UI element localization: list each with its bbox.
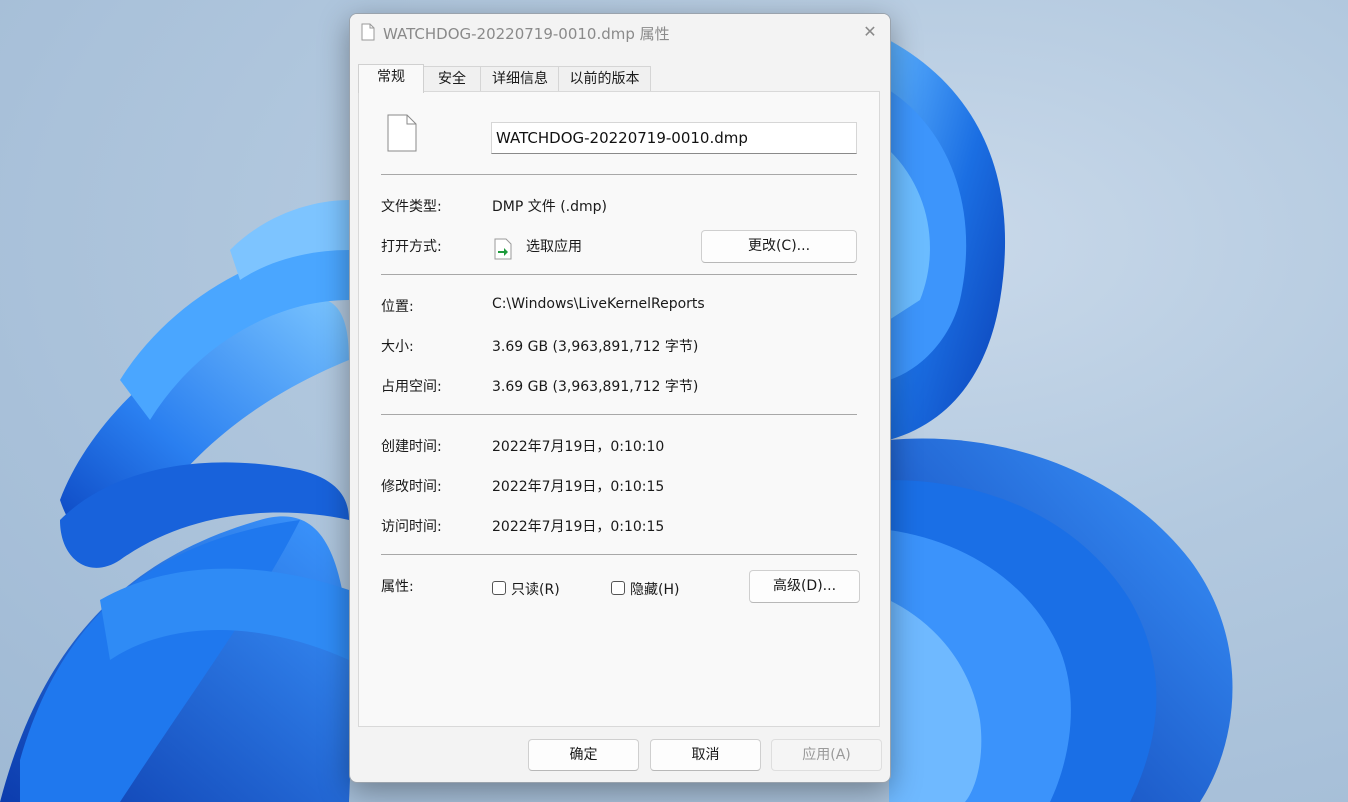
ok-button[interactable]: 确定 <box>528 739 639 771</box>
file-type-label: 文件类型: <box>381 199 442 215</box>
open-with-value: 选取应用 <box>526 239 582 255</box>
created-label: 创建时间: <box>381 439 442 455</box>
size-label: 大小: <box>381 339 414 355</box>
file-type-value: DMP 文件 (.dmp) <box>492 199 607 215</box>
separator <box>381 414 857 415</box>
tab-previous-versions[interactable]: 以前的版本 <box>558 66 651 91</box>
accessed-value: 2022年7月19日，0:10:15 <box>492 519 665 535</box>
accessed-label: 访问时间: <box>381 519 442 535</box>
window-title: WATCHDOG-20220719-0010.dmp 属性 <box>383 25 670 43</box>
size-on-disk-value: 3.69 GB (3,963,891,712 字节) <box>492 379 699 395</box>
separator <box>381 554 857 555</box>
size-value: 3.69 GB (3,963,891,712 字节) <box>492 339 699 355</box>
open-with-app-icon <box>494 238 512 260</box>
advanced-button[interactable]: 高级(D)... <box>749 570 860 603</box>
change-button[interactable]: 更改(C)... <box>701 230 857 263</box>
readonly-checkbox[interactable] <box>492 581 506 595</box>
open-with-label: 打开方式: <box>381 239 442 255</box>
properties-dialog: WATCHDOG-20220719-0010.dmp 属性 ✕ 常规 安全 详细… <box>349 13 891 783</box>
separator <box>381 274 857 275</box>
attributes-label: 属性: <box>381 579 414 595</box>
general-tab-panel: 文件类型: DMP 文件 (.dmp) 打开方式: 选取应用 更改(C)... … <box>358 91 880 727</box>
document-icon <box>387 114 417 152</box>
cancel-button[interactable]: 取消 <box>650 739 761 771</box>
filename-input[interactable] <box>491 122 857 154</box>
hidden-label[interactable]: 隐藏(H) <box>630 579 679 599</box>
close-icon: ✕ <box>863 22 877 41</box>
modified-label: 修改时间: <box>381 479 442 495</box>
tab-security[interactable]: 安全 <box>422 66 482 91</box>
separator <box>381 174 857 175</box>
modified-value: 2022年7月19日，0:10:15 <box>492 479 665 495</box>
tab-general[interactable]: 常规 <box>358 64 424 93</box>
document-icon <box>361 23 375 41</box>
location-value: C:\Windows\LiveKernelReports <box>492 296 705 312</box>
hidden-checkbox[interactable] <box>611 581 625 595</box>
readonly-label[interactable]: 只读(R) <box>511 579 560 599</box>
created-value: 2022年7月19日，0:10:10 <box>492 439 665 455</box>
size-on-disk-label: 占用空间: <box>381 379 442 395</box>
tab-details[interactable]: 详细信息 <box>480 66 560 91</box>
title-bar[interactable]: WATCHDOG-20220719-0010.dmp 属性 ✕ <box>350 14 890 52</box>
apply-button[interactable]: 应用(A) <box>771 739 882 771</box>
close-button[interactable]: ✕ <box>858 20 882 44</box>
location-label: 位置: <box>381 299 414 315</box>
